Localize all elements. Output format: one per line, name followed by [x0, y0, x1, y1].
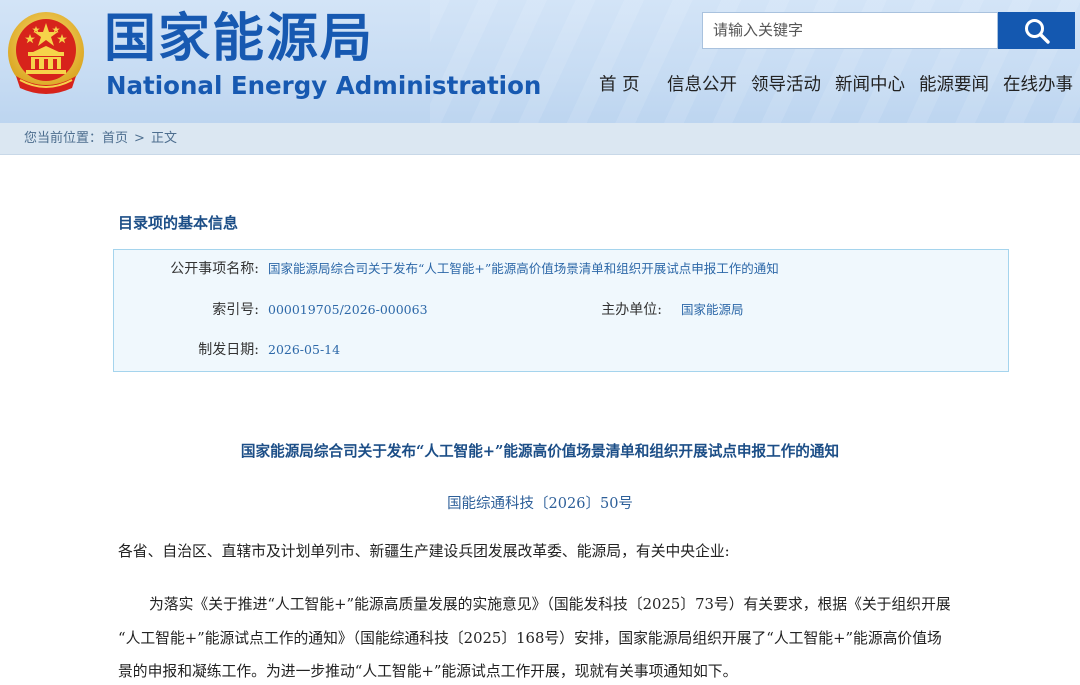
info-section-title: 目录项的基本信息	[118, 214, 239, 232]
nav-leadership[interactable]: 领导活动	[751, 73, 821, 97]
subject-label: 公开事项名称:	[170, 261, 259, 277]
search-button[interactable]	[998, 12, 1075, 49]
nav-info-disclosure[interactable]: 信息公开	[667, 73, 737, 97]
nav-energy-news[interactable]: 能源要闻	[919, 73, 989, 97]
nav-home[interactable]: 首 页	[599, 73, 640, 97]
document-recipients: 各省、自治区、直辖市及计划单列市、新疆生产建设兵团发展改革委、能源局，有关中央企…	[118, 543, 730, 560]
date-label: 制发日期:	[198, 342, 259, 358]
breadcrumb-bar: 您当前位置：首页 > 正文	[0, 123, 1080, 155]
document-paragraph-line: 景的申报和凝练工作。为进一步推动“人工智能+”能源试点工作开展，现就有关事项通知…	[118, 663, 738, 680]
document-paragraph-line: 为落实《关于推进“人工智能+”能源高质量发展的实施意见》（国能发科技〔2025〕…	[149, 596, 951, 613]
breadcrumb-prefix: 您当前位置：	[24, 131, 103, 146]
document-number: 国能综通科技〔2026〕50号	[447, 496, 633, 512]
document-title: 国家能源局综合司关于发布“人工智能+”能源高价值场景清单和组织开展试点申报工作的…	[240, 443, 840, 460]
search-input[interactable]: 请输入关键字	[702, 12, 998, 49]
search-icon	[1024, 18, 1050, 44]
org-value: 国家能源局	[681, 302, 744, 317]
org-label: 主办单位:	[601, 302, 662, 318]
breadcrumb: 您当前位置：首页 > 正文	[24, 123, 177, 155]
main-nav: 首 页 信息公开 领导活动 新闻中心 能源要闻 在线办事	[0, 73, 1080, 97]
index-value: 000019705/2026-000063	[268, 302, 428, 317]
site-title-cn[interactable]: 国家能源局	[104, 8, 374, 70]
breadcrumb-separator: >	[134, 131, 145, 146]
subject-value: 国家能源局综合司关于发布“人工智能+”能源高价值场景清单和组织开展试点申报工作的…	[268, 261, 779, 276]
index-label: 索引号:	[212, 302, 259, 318]
info-box: 公开事项名称: 国家能源局综合司关于发布“人工智能+”能源高价值场景清单和组织开…	[113, 249, 1009, 372]
nav-news[interactable]: 新闻中心	[835, 73, 905, 97]
document-paragraph-line: “人工智能+”能源试点工作的通知》（国能综通科技〔2025〕168号）安排，国家…	[118, 630, 942, 647]
breadcrumb-home-link[interactable]: 首页	[102, 131, 128, 146]
breadcrumb-current: 正文	[150, 131, 177, 146]
site-header: 国家能源局 National Energy Administration 请输入…	[0, 0, 1080, 123]
date-value: 2026-05-14	[268, 342, 341, 357]
nav-online-services[interactable]: 在线办事	[1003, 73, 1073, 97]
